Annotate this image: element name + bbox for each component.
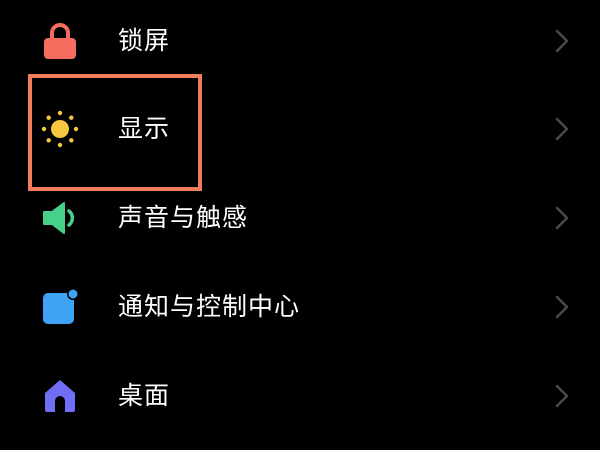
chevron-right-icon [552,26,572,56]
settings-item-lock-screen[interactable]: 锁屏 [0,0,600,87]
settings-item-label: 桌面 [118,381,171,410]
settings-item-display[interactable]: 显示 [0,85,600,175]
settings-item-sound-haptics[interactable]: 声音与触感 [0,174,600,264]
settings-item-notification-control-center[interactable]: 通知与控制中心 [0,263,600,353]
sun-icon [38,107,82,151]
lock-icon [38,19,82,63]
settings-item-label: 通知与控制中心 [118,292,301,321]
notification-icon [38,285,82,329]
settings-item-label: 声音与触感 [118,203,249,232]
chevron-right-icon [552,203,572,233]
home-icon [38,374,82,418]
settings-item-desktop[interactable]: 桌面 [0,352,600,442]
settings-item-label: 显示 [118,114,171,143]
chevron-right-icon [552,292,572,322]
chevron-right-icon [552,114,572,144]
speaker-icon [38,196,82,240]
settings-item-label: 锁屏 [118,26,171,55]
chevron-right-icon [552,381,572,411]
settings-screen: 锁屏 显示 声音与触感 通知与控制中心 桌面 [0,0,600,450]
